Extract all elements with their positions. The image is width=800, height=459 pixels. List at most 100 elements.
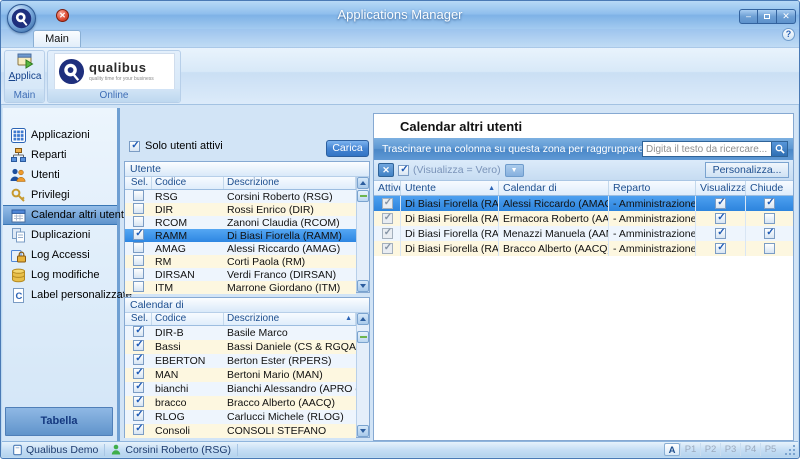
utente-table-row[interactable]: RAMM Di Biasi Fiorella (RAMM)	[125, 228, 356, 242]
column-header-sel[interactable]: Sel.	[125, 313, 152, 325]
sidebar-footer-tabella[interactable]: Tabella	[5, 407, 113, 436]
scroll-up-icon[interactable]	[357, 313, 369, 325]
page-button-p2[interactable]: P2	[700, 443, 720, 456]
sel-checkbox[interactable]	[133, 267, 144, 279]
column-header-chiude[interactable]: Chiude	[746, 181, 793, 195]
column-header-reparto[interactable]: Reparto	[609, 181, 696, 195]
utente-table-row[interactable]: DIRSAN Verdi Franco (DIRSAN)	[125, 267, 356, 281]
chiude-checkbox[interactable]	[764, 227, 776, 239]
attivo-checkbox[interactable]	[381, 242, 394, 254]
sel-checkbox[interactable]	[133, 368, 145, 379]
search-button[interactable]	[771, 142, 787, 156]
sel-checkbox[interactable]	[133, 354, 145, 365]
sidebar-item-calendar-altri-utenti[interactable]: Calendar altri utenti	[3, 205, 126, 225]
page-button-p3[interactable]: P3	[720, 443, 740, 456]
maximize-button[interactable]	[758, 9, 777, 24]
personalizza-button[interactable]: Personalizza...	[705, 162, 789, 178]
sel-checkbox[interactable]	[133, 424, 145, 435]
chiude-checkbox[interactable]	[764, 197, 776, 209]
sel-checkbox[interactable]	[133, 254, 144, 266]
visualizza-checkbox[interactable]	[715, 242, 727, 254]
sidebar-item-utenti[interactable]: Utenti	[3, 165, 117, 185]
sidebar-item-label-personalizzate[interactable]: C Label personalizzate	[3, 285, 132, 305]
attivo-checkbox[interactable]	[381, 212, 394, 224]
sel-checkbox[interactable]	[133, 326, 145, 337]
sidebar-item-applicazioni[interactable]: Applicazioni	[3, 125, 117, 145]
sidebar-item-log-modifiche[interactable]: Log modifiche	[3, 265, 117, 285]
scrollbar-thumb[interactable]	[357, 190, 369, 202]
sidebar-item-reparti[interactable]: Reparti	[3, 145, 117, 165]
sel-checkbox[interactable]	[133, 396, 145, 407]
page-button-p5[interactable]: P5	[760, 443, 780, 456]
attivo-checkbox[interactable]	[381, 227, 394, 239]
scroll-down-icon[interactable]	[357, 425, 369, 437]
calendar-di-table-row[interactable]: RLOG Carlucci Michele (RLOG)	[125, 410, 356, 424]
title-bar[interactable]: Applications Manager – ✕	[1, 1, 799, 29]
close-button[interactable]: ✕	[777, 9, 796, 24]
filter-dropdown-button[interactable]: ▼	[504, 163, 524, 177]
calendar-share-row[interactable]: Di Biasi Fiorella (RAMM)Ermacora Roberto…	[374, 211, 793, 226]
column-header-visualizza[interactable]: Visualizza	[696, 181, 746, 195]
solo-utenti-attivi[interactable]: Solo utenti attivi	[129, 140, 223, 152]
page-button-p1[interactable]: P1	[680, 443, 700, 456]
calendar-share-row[interactable]: Di Biasi Fiorella (RAMM)Alessi Riccardo …	[374, 196, 793, 211]
scrollbar-thumb[interactable]	[357, 331, 369, 343]
solo-utenti-attivi-checkbox[interactable]	[129, 140, 141, 152]
chiude-checkbox[interactable]	[764, 243, 775, 254]
page-button-a[interactable]: A	[664, 443, 680, 456]
carica-button[interactable]: Carica	[326, 140, 369, 157]
attivo-checkbox[interactable]	[381, 197, 394, 209]
visualizza-checkbox[interactable]	[715, 227, 727, 239]
column-header-descrizione[interactable]: Descrizione ▲	[224, 313, 356, 325]
sidebar-item-log-accessi[interactable]: Log Accessi	[3, 245, 117, 265]
sidebar-item-privilegi[interactable]: Privilegi	[3, 185, 117, 205]
column-header-codice[interactable]: Codice	[152, 313, 224, 325]
utente-table-row[interactable]: RM Corti Paola (RM)	[125, 254, 356, 268]
sel-checkbox[interactable]	[133, 340, 145, 351]
calendar-di-table-row[interactable]: MAN Bertoni Mario (MAN)	[125, 368, 356, 382]
visualizza-checkbox[interactable]	[715, 197, 727, 209]
calendar-share-row[interactable]: Di Biasi Fiorella (RAMM)Bracco Alberto (…	[374, 241, 793, 256]
clear-filter-button[interactable]: ✕	[378, 163, 394, 177]
column-header-utente[interactable]: Utente ▲	[401, 181, 499, 195]
search-input[interactable]	[643, 142, 771, 156]
utente-table-row[interactable]: RSG Corsini Roberto (RSG)	[125, 189, 356, 203]
calendar-di-table-row[interactable]: bracco Bracco Alberto (AACQ)	[125, 396, 356, 410]
column-header-attivo[interactable]: Attivo	[374, 181, 401, 195]
sel-checkbox[interactable]	[133, 228, 145, 240]
calendar-di-scrollbar[interactable]	[356, 313, 369, 437]
utente-table-row[interactable]: ITM Marrone Giordano (ITM)	[125, 280, 356, 294]
sel-checkbox[interactable]	[133, 410, 145, 421]
scroll-up-icon[interactable]	[357, 177, 369, 189]
page-button-p4[interactable]: P4	[740, 443, 760, 456]
applica-button[interactable]: Applica	[7, 52, 43, 90]
column-header-sel[interactable]: Sel.	[125, 177, 152, 189]
calendar-di-table-row[interactable]: Bassi Bassi Daniele (CS & RGQA)	[125, 340, 356, 354]
column-header-calendar-di[interactable]: Calendar di	[499, 181, 609, 195]
calendar-di-table-row[interactable]: EBERTON Berton Ester (RPERS)	[125, 354, 356, 368]
sel-checkbox[interactable]	[133, 215, 144, 227]
calendar-di-table-row[interactable]: Consoli CONSOLI STEFANO	[125, 424, 356, 438]
visualizza-checkbox[interactable]	[715, 212, 727, 224]
search-box[interactable]	[642, 141, 788, 157]
group-by-bar[interactable]: Trascinare una colonna su questa zona pe…	[374, 138, 793, 160]
scroll-down-icon[interactable]	[357, 280, 369, 292]
sel-checkbox[interactable]	[133, 382, 145, 393]
minimize-button[interactable]: –	[739, 9, 758, 24]
chiude-checkbox[interactable]	[764, 213, 775, 224]
sel-checkbox[interactable]	[133, 202, 144, 214]
calendar-share-row[interactable]: Di Biasi Fiorella (RAMM)Menazzi Manuela …	[374, 226, 793, 241]
utente-scrollbar[interactable]	[356, 177, 369, 292]
application-menu-button[interactable]	[7, 4, 36, 33]
tab-main[interactable]: Main	[33, 30, 81, 47]
utente-table-row[interactable]: DIR Rossi Enrico (DIR)	[125, 202, 356, 216]
column-header-codice[interactable]: Codice	[152, 177, 224, 189]
calendar-di-table-row[interactable]: bianchi Bianchi Alessandro (APRO e CM)	[125, 382, 356, 396]
calendar-di-table-row[interactable]: DIR-B Basile Marco	[125, 326, 356, 340]
utente-table-row[interactable]: RCOM Zanoni Claudia (RCOM)	[125, 215, 356, 229]
help-button[interactable]: ?	[782, 28, 795, 41]
sel-checkbox[interactable]	[133, 280, 144, 292]
sidebar-item-duplicazioni[interactable]: Duplicazioni	[3, 225, 117, 245]
utente-table-row[interactable]: AMAG Alessi Riccardo (AMAG)	[125, 241, 356, 255]
sel-checkbox[interactable]	[133, 189, 144, 201]
